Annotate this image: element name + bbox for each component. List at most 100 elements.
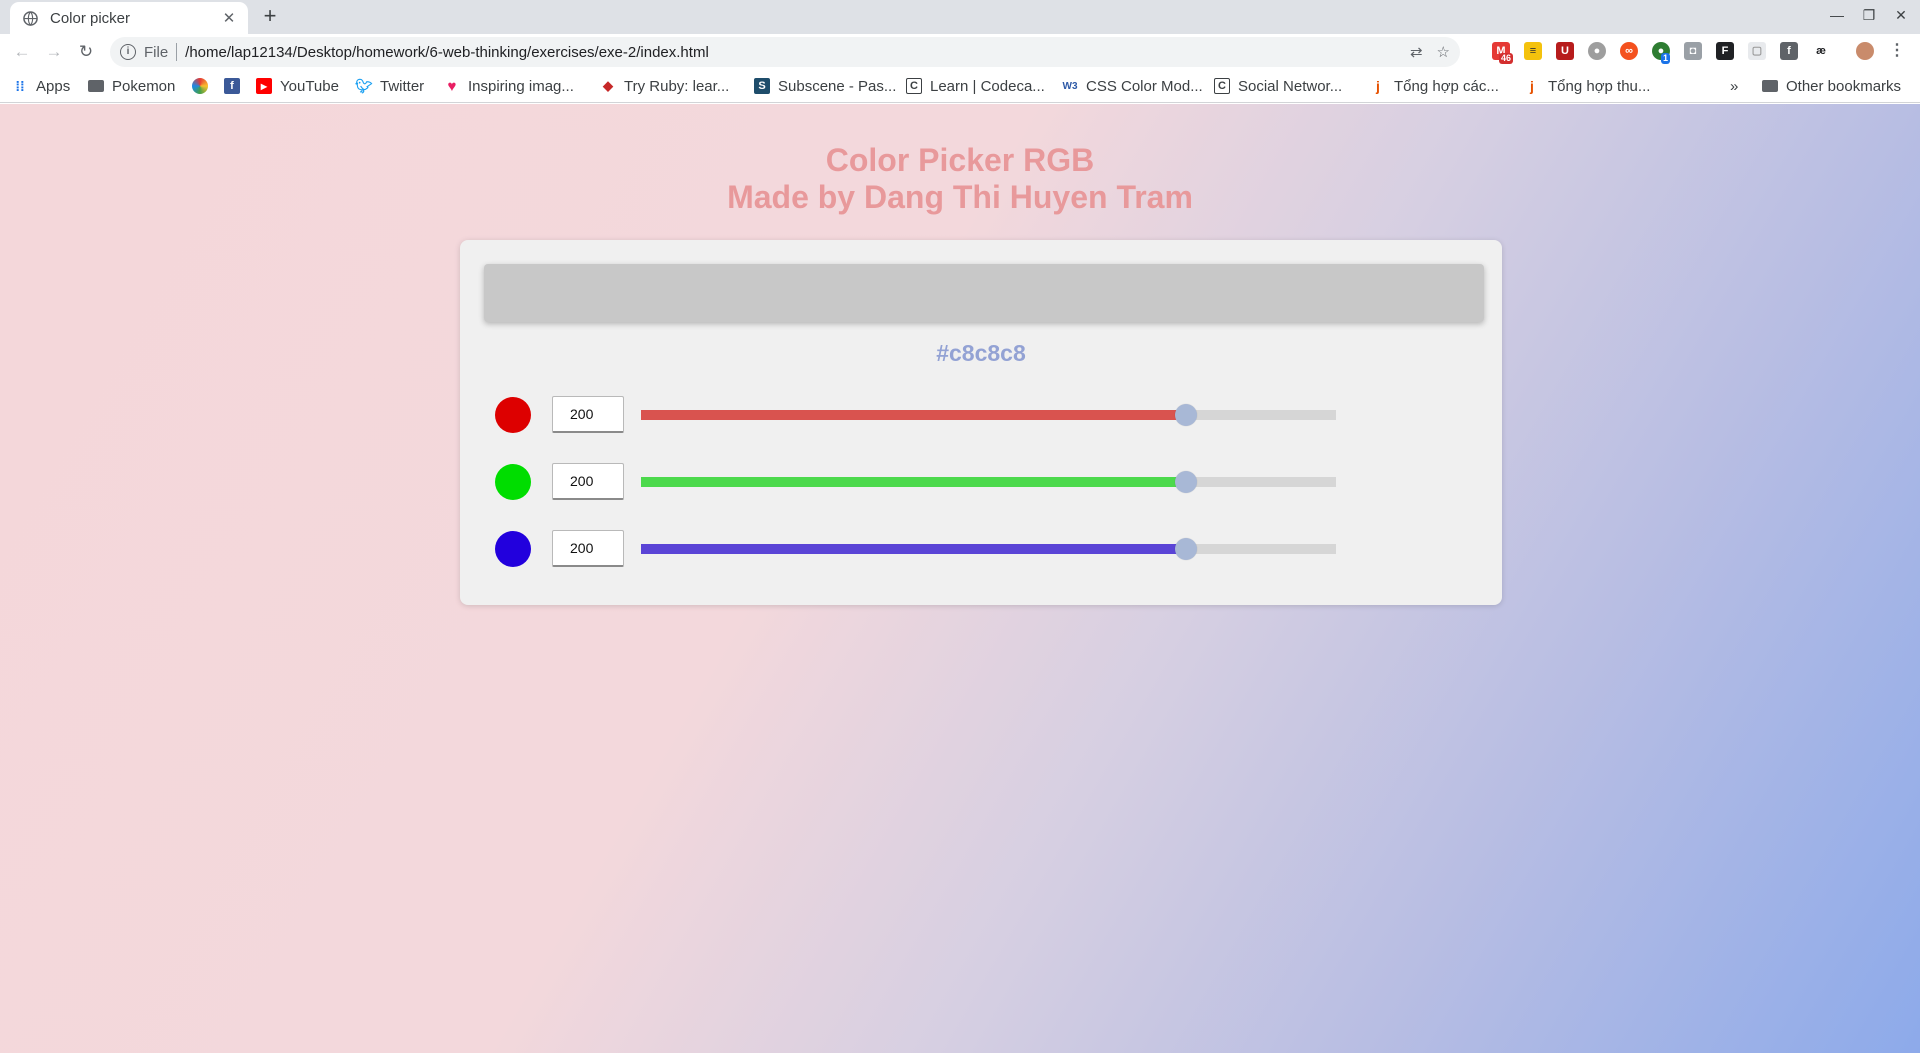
- bookmark-label: Social Networ...: [1238, 77, 1343, 95]
- blue-slider-thumb[interactable]: [1174, 538, 1197, 560]
- green-slider[interactable]: [641, 471, 1336, 493]
- bookmark-try-ruby[interactable]: ◆ Try Ruby: lear...: [600, 76, 729, 96]
- infinity-extension-icon[interactable]: ∞: [1620, 42, 1638, 60]
- notes-extension-icon[interactable]: ≡: [1524, 42, 1542, 60]
- bookmark-codecademy[interactable]: C Learn | Codeca...: [906, 76, 1045, 96]
- bookmarks-bar: ⁞⁞ Apps Pokemon f ▶ YouTube 🐦︎ Twitter ♥…: [0, 70, 1920, 103]
- red-slider-fill: [641, 410, 1186, 420]
- color-wheel-icon: [192, 78, 208, 94]
- bookmark-youtube[interactable]: ▶ YouTube: [256, 76, 339, 96]
- j-icon: j: [1376, 78, 1380, 94]
- globe-icon: [22, 10, 38, 26]
- twitter-icon: 🐦︎: [355, 77, 373, 94]
- red-value-input[interactable]: 200: [552, 396, 624, 433]
- red-slider-thumb[interactable]: [1174, 404, 1197, 426]
- color-picker-card: #c8c8c8 200 200 200: [460, 240, 1502, 605]
- folder-icon: [1762, 80, 1778, 92]
- back-icon[interactable]: ←: [12, 42, 32, 62]
- ublock-extension-icon[interactable]: U: [1556, 42, 1574, 60]
- bookmark-label: Subscene - Pas...: [778, 77, 897, 95]
- window-close-icon[interactable]: ✕: [1890, 7, 1912, 24]
- bookmark-pokemon[interactable]: Pokemon: [88, 76, 175, 96]
- bookmark-label: Learn | Codeca...: [930, 77, 1045, 95]
- browser-tab[interactable]: Color picker ✕: [10, 2, 248, 34]
- bookmark-facebook[interactable]: f: [224, 76, 248, 96]
- tab-strip: Color picker ✕ + — ❐ ✕: [0, 0, 1920, 34]
- bookmark-css-color[interactable]: W3 CSS Color Mod...: [1062, 76, 1203, 96]
- chevron-right-icon: »: [1730, 77, 1739, 95]
- ae-extension-icon[interactable]: æ: [1812, 42, 1830, 60]
- ruby-icon: ◆: [603, 78, 613, 93]
- camera-extension-icon[interactable]: ◘: [1684, 42, 1702, 60]
- close-tab-icon[interactable]: ✕: [220, 9, 238, 27]
- divider: [176, 43, 178, 61]
- apps-grid-icon: ⁞⁞: [15, 78, 25, 94]
- green-channel-row: 200: [460, 462, 1502, 502]
- blue-channel-row: 200: [460, 529, 1502, 569]
- bookmark-inspiring[interactable]: ♥ Inspiring imag...: [444, 76, 574, 96]
- mail-count-badge: 46: [1499, 53, 1514, 64]
- avatar[interactable]: [1856, 42, 1874, 60]
- other-bookmarks[interactable]: Other bookmarks: [1762, 76, 1901, 96]
- bookmark-tong-hop-thu[interactable]: j Tổng hợp thu...: [1524, 76, 1650, 96]
- blue-slider[interactable]: [641, 538, 1336, 560]
- restore-icon[interactable]: ❐: [1858, 7, 1880, 24]
- page-title: Color Picker RGB: [825, 142, 1095, 178]
- bookmark-tong-hop-cac[interactable]: j Tổng hợp các...: [1370, 76, 1499, 96]
- feedly-extension-icon[interactable]: F: [1716, 42, 1734, 60]
- circle-extension-icon[interactable]: ●: [1588, 42, 1606, 60]
- youtube-icon: ▶: [256, 78, 272, 94]
- bookmark-label: CSS Color Mod...: [1086, 77, 1203, 95]
- star-icon[interactable]: ☆: [1437, 43, 1450, 61]
- minimize-icon[interactable]: —: [1826, 7, 1848, 23]
- facebook-extension-icon[interactable]: f: [1780, 42, 1798, 60]
- bookmark-label: Twitter: [380, 77, 425, 95]
- scheme-label: File: [144, 43, 169, 61]
- reload-icon[interactable]: ↻: [76, 42, 96, 62]
- blank-extension-icon[interactable]: ▢: [1748, 42, 1766, 60]
- codecademy-icon: C: [1214, 78, 1230, 94]
- bookmark-twitter[interactable]: 🐦︎ Twitter: [355, 76, 425, 96]
- bookmark-apps[interactable]: ⁞⁞ Apps: [12, 76, 70, 96]
- heart-icon: ♥: [447, 77, 457, 95]
- bookmark-label: Inspiring imag...: [468, 77, 574, 95]
- tab-title: Color picker: [50, 9, 131, 27]
- page-content: Color Picker RGB Made by Dang Thi Huyen …: [0, 104, 1920, 1053]
- blue-dot-icon: [495, 531, 531, 567]
- new-tab-button[interactable]: +: [258, 5, 282, 29]
- page-subtitle: Made by Dang Thi Huyen Tram: [727, 179, 1193, 215]
- bookmark-color-wheel[interactable]: [192, 76, 216, 96]
- bookmark-label: Try Ruby: lear...: [624, 77, 730, 95]
- j-icon: j: [1530, 78, 1534, 94]
- bookmark-label: Apps: [36, 77, 71, 95]
- info-icon[interactable]: i: [120, 44, 136, 60]
- bookmark-label: Tổng hợp thu...: [1548, 77, 1651, 95]
- blue-value-input[interactable]: 200: [552, 530, 624, 567]
- translate-icon[interactable]: ⇄: [1410, 43, 1423, 61]
- codecademy-icon: C: [906, 78, 922, 94]
- folder-icon: [88, 80, 104, 92]
- green-slider-thumb[interactable]: [1174, 471, 1197, 493]
- red-slider[interactable]: [641, 404, 1336, 426]
- color-preview: [484, 264, 1484, 322]
- menu-kebab-icon[interactable]: ⋮: [1888, 42, 1906, 60]
- green-value-input[interactable]: 200: [552, 463, 624, 500]
- bookmark-label: Other bookmarks: [1786, 77, 1902, 95]
- bookmark-label: Tổng hợp các...: [1394, 77, 1499, 95]
- bookmarks-overflow-button[interactable]: »: [1730, 76, 1738, 96]
- profile-count-badge: 1: [1661, 53, 1671, 64]
- blue-slider-fill: [641, 544, 1186, 554]
- red-channel-row: 200: [460, 395, 1502, 435]
- hex-value: #c8c8c8: [936, 340, 1026, 366]
- green-slider-fill: [641, 477, 1186, 487]
- bookmark-label: YouTube: [280, 77, 339, 95]
- address-bar[interactable]: i File /home/lap12134/Desktop/homework/6…: [110, 37, 1460, 67]
- bookmark-social-network[interactable]: C Social Networ...: [1214, 76, 1342, 96]
- url-text[interactable]: /home/lap12134/Desktop/homework/6-web-th…: [185, 44, 709, 61]
- bookmark-subscene[interactable]: S Subscene - Pas...: [754, 76, 896, 96]
- w3-icon: W3: [1062, 80, 1078, 92]
- forward-icon[interactable]: →: [44, 42, 64, 62]
- subscene-icon: S: [754, 78, 770, 94]
- bookmark-label: Pokemon: [112, 77, 176, 95]
- green-dot-icon: [495, 464, 531, 500]
